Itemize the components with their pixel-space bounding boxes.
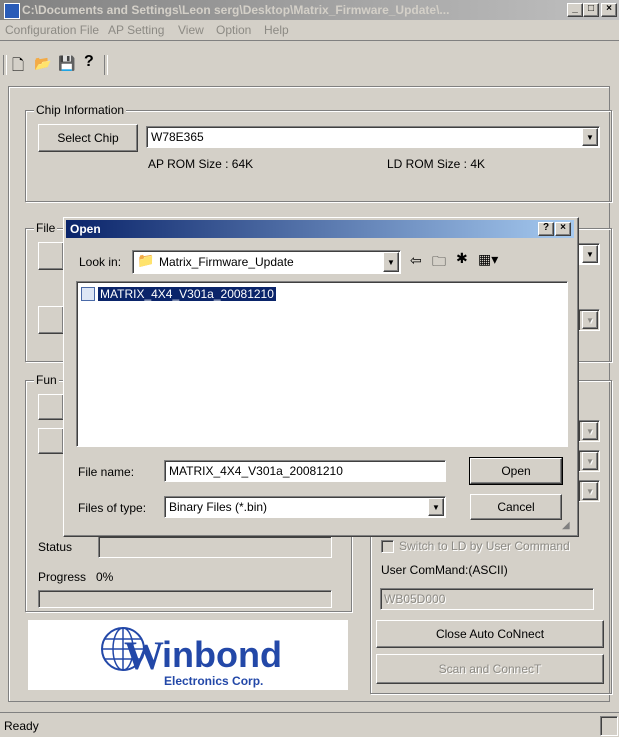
look-in-dropdown-arrow[interactable]: ▼ xyxy=(383,252,399,272)
bin-file-icon xyxy=(81,287,95,301)
close-auto-connect-label: Close Auto CoNnect xyxy=(435,627,545,641)
logo-text: inbond xyxy=(162,634,282,675)
open-dialog: Open ? × Look in: 📁 Matrix_Firmware_Upda… xyxy=(63,217,579,537)
file-name-input[interactable]: MATRIX_4X4_V301a_20081210 xyxy=(164,460,446,482)
right-dropdown-1-arrow[interactable]: ▼ xyxy=(582,422,598,440)
logo-panel: W inbond Electronics Corp. xyxy=(28,620,348,690)
file-name-label: File name: xyxy=(78,465,135,479)
right-dropdown-2[interactable]: ▼ xyxy=(578,450,600,472)
new-file-icon[interactable]: 🗋 xyxy=(12,55,24,80)
help-icon[interactable]: ? xyxy=(84,53,94,71)
progress-bar xyxy=(38,590,332,608)
file-list[interactable]: MATRIX_4X4_V301a_20081210 xyxy=(76,281,568,447)
back-icon[interactable]: ⇦ xyxy=(410,252,422,269)
dialog-close-button[interactable]: × xyxy=(555,222,571,236)
close-auto-connect-button[interactable]: Close Auto CoNnect xyxy=(376,620,604,648)
list-item[interactable]: MATRIX_4X4_V301a_20081210 xyxy=(81,286,276,302)
logo-w: W xyxy=(124,633,164,678)
select-chip-button[interactable]: Select Chip xyxy=(38,124,138,152)
new-folder-icon[interactable]: ✱ xyxy=(456,250,468,267)
logo-subtitle: Electronics Corp. xyxy=(164,674,264,688)
file-dropdown-2[interactable]: ▼ xyxy=(578,309,600,331)
resize-grip-icon[interactable]: ◢ xyxy=(562,520,570,531)
scan-and-connect-button[interactable]: Scan and ConnecT xyxy=(376,654,604,684)
right-dropdown-1[interactable]: ▼ xyxy=(578,420,600,442)
right-dropdown-3-arrow[interactable]: ▼ xyxy=(582,482,598,500)
select-chip-label: Select Chip xyxy=(57,131,119,145)
file-dropdown-1-arrow[interactable]: ▼ xyxy=(582,245,598,263)
menu-configuration-file[interactable]: Configuration File xyxy=(5,23,99,37)
progress-label: Progress xyxy=(38,570,87,584)
ld-rom-size: LD ROM Size : 4K xyxy=(387,157,486,171)
progress-value: 0% xyxy=(96,570,114,584)
right-dropdown-2-arrow[interactable]: ▼ xyxy=(582,452,598,470)
app-icon xyxy=(4,3,20,19)
scan-and-connect-label: Scan and ConnecT xyxy=(438,662,542,676)
ap-rom-size: AP ROM Size : 64K xyxy=(148,157,254,171)
files-of-type-value: Binary Files (*.bin) xyxy=(169,500,268,514)
dialog-help-button[interactable]: ? xyxy=(538,222,554,236)
open-folder-icon[interactable]: 📂 xyxy=(34,55,51,72)
function-group-label: Fun xyxy=(34,373,59,387)
user-command-input[interactable]: WB05D000 xyxy=(380,588,594,610)
main-title-bar[interactable]: C:\Documents and Settings\Leon serg\Desk… xyxy=(0,0,619,20)
menu-view[interactable]: View xyxy=(178,23,204,37)
file-button-1[interactable] xyxy=(38,242,64,270)
menu-bar: Configuration File AP Setting View Optio… xyxy=(0,20,619,40)
file-name-value: MATRIX_4X4_V301a_20081210 xyxy=(169,464,343,478)
files-of-type-select[interactable]: Binary Files (*.bin) ▼ xyxy=(164,496,446,518)
file-item-name: MATRIX_4X4_V301a_20081210 xyxy=(98,287,276,301)
status-bar-pane xyxy=(600,716,618,736)
toolbar: 🗋 📂 💾 ? xyxy=(0,40,619,85)
menu-option[interactable]: Option xyxy=(216,23,251,37)
chip-select[interactable]: W78E365 ▼ xyxy=(146,126,600,148)
chip-information-label: Chip Information xyxy=(34,103,127,117)
function-button-1[interactable] xyxy=(38,394,64,420)
chip-dropdown-arrow[interactable]: ▼ xyxy=(582,128,598,146)
status-field xyxy=(98,536,332,558)
look-in-value: Matrix_Firmware_Update xyxy=(159,255,294,269)
status-label: Status xyxy=(38,540,73,554)
up-folder-icon[interactable]: 🗀 xyxy=(432,251,446,275)
open-dialog-title-bar[interactable]: Open ? × xyxy=(66,220,574,238)
user-command-value: WB05D000 xyxy=(384,592,446,606)
switch-ld-label: Switch to LD by User Command xyxy=(399,539,570,553)
open-dialog-title: Open xyxy=(70,222,101,236)
view-menu-icon[interactable]: ▦▾ xyxy=(478,251,498,268)
function-button-2[interactable] xyxy=(38,428,64,454)
file-dropdown-2-arrow[interactable]: ▼ xyxy=(582,311,598,329)
files-of-type-label: Files of type: xyxy=(78,501,147,515)
cancel-button[interactable]: Cancel xyxy=(470,494,562,520)
status-bar-text: Ready xyxy=(4,719,39,733)
chip-value: W78E365 xyxy=(151,130,204,144)
close-button[interactable]: × xyxy=(601,3,617,17)
open-button[interactable]: Open xyxy=(469,457,563,485)
file-button-2[interactable] xyxy=(38,306,64,334)
menu-help[interactable]: Help xyxy=(264,23,289,37)
user-command-label: User ComMand:(ASCII) xyxy=(381,563,508,577)
cancel-button-label: Cancel xyxy=(497,500,535,514)
folder-icon: 📁 xyxy=(137,252,155,268)
files-of-type-dropdown-arrow[interactable]: ▼ xyxy=(428,498,444,516)
main-window-title: C:\Documents and Settings\Leon serg\Desk… xyxy=(22,3,450,17)
look-in-label: Look in: xyxy=(79,255,122,269)
save-icon[interactable]: 💾 xyxy=(58,55,75,72)
right-dropdown-3[interactable]: ▼ xyxy=(578,480,600,502)
menu-ap-setting[interactable]: AP Setting xyxy=(108,23,164,37)
status-bar: Ready xyxy=(0,712,619,737)
look-in-select[interactable]: 📁 Matrix_Firmware_Update ▼ xyxy=(132,250,401,274)
open-button-label: Open xyxy=(501,464,531,478)
minimize-button[interactable]: _ xyxy=(567,3,583,17)
file-group-label: File xyxy=(34,221,58,235)
maximize-button[interactable]: □ xyxy=(583,3,599,17)
switch-ld-checkbox[interactable] xyxy=(381,540,394,553)
